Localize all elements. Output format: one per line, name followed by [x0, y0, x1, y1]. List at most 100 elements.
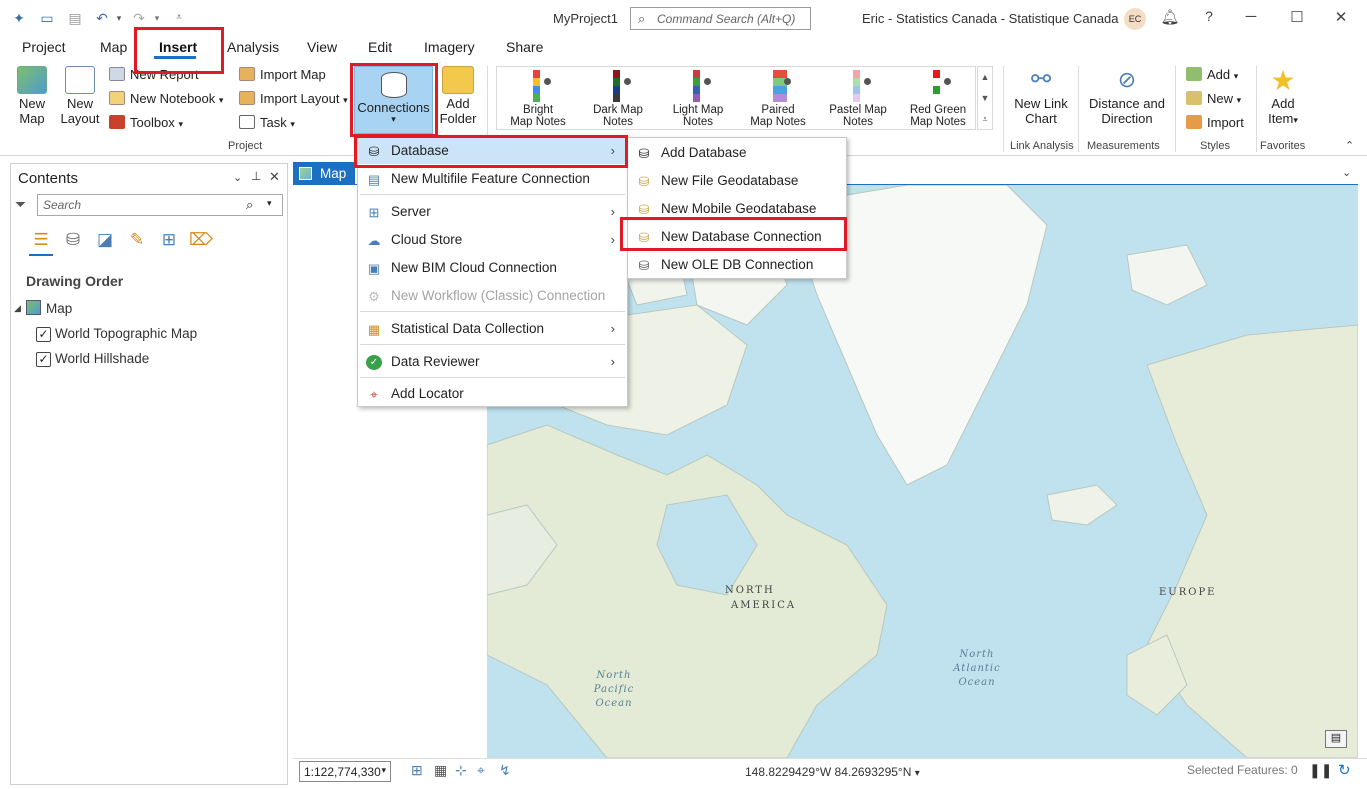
list-by-editing-icon[interactable]: ✎ — [125, 228, 149, 252]
pane-options-icon[interactable]: ⌄ — [233, 171, 242, 184]
layer-world-hillshade[interactable]: World Hillshade — [55, 351, 149, 366]
chevron-down-icon[interactable]: ▼ — [978, 88, 992, 109]
tab-project[interactable]: Project — [22, 39, 66, 55]
distance-and-direction-button[interactable]: ⊘ Distance and Direction — [1084, 66, 1170, 126]
list-by-snapping-icon[interactable]: ⊞ — [157, 228, 181, 252]
save-project-icon[interactable]: ▤ — [66, 9, 84, 27]
view-list-chevron-icon[interactable]: ⌄ — [1342, 166, 1351, 179]
menu-item-add-database[interactable]: ⛁ Add Database — [628, 140, 846, 166]
map-view-tab[interactable]: Map — [293, 162, 355, 185]
menu-item-data-reviewer[interactable]: ✓ Data Reviewer › — [358, 349, 627, 375]
styles-new-button[interactable]: New ▾ — [1186, 91, 1241, 108]
avatar[interactable]: EC — [1124, 8, 1146, 30]
new-link-chart-button[interactable]: ⚯ New Link Chart — [1010, 66, 1072, 126]
light-map-notes-button[interactable]: Light Map Notes — [663, 70, 733, 128]
scale-value: 1:122,774,330 — [304, 765, 381, 779]
tab-map[interactable]: Map — [100, 39, 127, 55]
red-green-map-notes-label-1: Red Green — [909, 104, 967, 116]
menu-item-bim-cloud-connection[interactable]: ▣ New BIM Cloud Connection — [358, 255, 627, 281]
tab-view[interactable]: View — [307, 39, 337, 55]
ribbon-separator — [1003, 66, 1004, 152]
menu-item-add-locator[interactable]: ⌖ Add Locator — [358, 381, 627, 407]
tab-share[interactable]: Share — [506, 39, 543, 55]
import-layout-label: Import Layout — [260, 91, 340, 106]
toolbox-button[interactable]: Toolbox ▾ — [109, 115, 183, 132]
bright-map-notes-button[interactable]: Bright Map Notes — [503, 70, 573, 128]
menu-item-server[interactable]: ⊞ Server › — [358, 199, 627, 225]
redo-icon[interactable]: ↷ — [130, 9, 148, 27]
new-notebook-button[interactable]: New Notebook ▾ — [109, 91, 223, 108]
chevron-down-icon: ▾ — [218, 95, 224, 105]
collapse-triangle-icon[interactable]: ◢ — [14, 303, 21, 314]
new-project-icon[interactable]: ✦ — [10, 9, 28, 27]
layer-visibility-checkbox[interactable]: ✓ — [36, 327, 51, 342]
menu-item-statistical-data-collection[interactable]: ▦ Statistical Data Collection › — [358, 316, 627, 342]
styles-add-button[interactable]: Add ▾ — [1186, 67, 1238, 84]
submenu-arrow-icon: › — [610, 204, 615, 219]
menu-item-new-ole-db-connection[interactable]: ⛁ New OLE DB Connection — [628, 252, 846, 278]
undo-dropdown-icon[interactable]: ▾ — [110, 9, 128, 27]
map-layer-label[interactable]: Map — [46, 301, 72, 316]
menu-item-cloud-store[interactable]: ☁ Cloud Store › — [358, 227, 627, 253]
correction-icon[interactable]: ↯ — [499, 762, 511, 779]
layer-world-topographic[interactable]: World Topographic Map — [55, 326, 197, 341]
list-by-labeling-icon[interactable]: ⌦ — [189, 228, 213, 252]
constraints-icon[interactable]: ⌖ — [477, 762, 485, 779]
open-project-icon[interactable]: ▭ — [38, 9, 56, 27]
search-icon[interactable]: ⌕ — [246, 197, 253, 213]
filter-icon[interactable]: ⏷ — [15, 196, 26, 213]
maximize-icon[interactable]: ☐ — [1287, 8, 1307, 26]
task-button[interactable]: Task ▾ — [239, 115, 295, 132]
chevron-down-icon[interactable]: ▾ — [381, 765, 386, 776]
styles-import-button[interactable]: Import — [1186, 115, 1244, 131]
map-tools-icon[interactable]: ▤ — [1325, 730, 1347, 748]
gallery-scroll[interactable]: ▲ ▼ ⩡ — [977, 66, 993, 130]
fixed-zoom-icon[interactable]: ⊞ — [411, 762, 423, 779]
list-by-drawing-order-icon[interactable]: ☰ — [29, 228, 53, 252]
chevron-down-icon[interactable]: ▾ — [267, 198, 272, 209]
customize-toolbar-icon[interactable]: ⩡ — [170, 9, 188, 27]
tab-analysis[interactable]: Analysis — [227, 39, 279, 55]
contents-search-input[interactable]: Search ⌕ ▾ — [37, 194, 283, 216]
pin-icon[interactable]: ⊥ — [251, 169, 261, 183]
add-item-button[interactable]: ★ Add Item▾ — [1262, 66, 1304, 128]
menu-item-multifile-feature-connection[interactable]: ▤ New Multifile Feature Connection — [358, 166, 627, 192]
paired-map-notes-button[interactable]: Paired Map Notes — [743, 70, 813, 128]
list-by-selection-icon[interactable]: ◪ — [93, 228, 117, 252]
undo-icon[interactable]: ↶ — [93, 9, 111, 27]
snapping-icon[interactable]: ⊹ — [455, 762, 467, 779]
import-layout-button[interactable]: Import Layout ▾ — [239, 91, 348, 108]
help-button[interactable]: ? — [1199, 8, 1219, 24]
tab-imagery[interactable]: Imagery — [424, 39, 475, 55]
pastel-map-notes-button[interactable]: Pastel Map Notes — [823, 70, 893, 128]
redo-dropdown-icon[interactable]: ▾ — [148, 9, 166, 27]
gallery-expand-icon[interactable]: ⩡ — [978, 109, 992, 130]
collapse-ribbon-icon[interactable]: ⌃ — [1345, 139, 1354, 152]
import-map-icon — [239, 67, 255, 81]
new-layout-button[interactable]: New Layout — [58, 66, 102, 126]
scale-selector[interactable]: 1:122,774,330 ▾ — [299, 761, 391, 782]
notifications-bell-icon[interactable]: 🔔︎ — [1160, 8, 1180, 26]
add-folder-button[interactable]: Add Folder — [438, 66, 478, 126]
pause-drawing-icon[interactable]: ❚❚ — [1309, 762, 1332, 779]
new-map-button[interactable]: New Map — [12, 66, 52, 126]
chevron-up-icon[interactable]: ▲ — [978, 67, 992, 88]
layer-visibility-checkbox[interactable]: ✓ — [36, 352, 51, 367]
add-item-label-2: Item▾ — [1262, 111, 1304, 128]
red-green-map-notes-button[interactable]: Red Green Map Notes — [903, 70, 973, 128]
menu-item-multifile-label: New Multifile Feature Connection — [391, 171, 590, 186]
refresh-icon[interactable]: ↻ — [1338, 761, 1351, 779]
list-by-data-source-icon[interactable]: ⛁ — [61, 228, 85, 252]
grid-icon[interactable]: ▦ — [434, 762, 447, 779]
close-icon[interactable]: ✕ — [1331, 8, 1351, 26]
minimize-icon[interactable]: ─ — [1241, 8, 1261, 25]
add-database-icon: ⛁ — [638, 146, 650, 161]
menu-item-new-file-geodatabase[interactable]: ⛁ New File Geodatabase — [628, 168, 846, 194]
dark-map-notes-button[interactable]: Dark Map Notes — [583, 70, 653, 128]
close-pane-icon[interactable]: ✕ — [269, 169, 280, 185]
import-map-button[interactable]: Import Map — [239, 67, 326, 83]
chevron-down-icon[interactable]: ▾ — [915, 768, 920, 779]
selected-features: Selected Features: 0 — [1187, 763, 1298, 777]
tab-edit[interactable]: Edit — [368, 39, 392, 55]
command-search-input[interactable]: ⌕ Command Search (Alt+Q) — [630, 7, 811, 30]
